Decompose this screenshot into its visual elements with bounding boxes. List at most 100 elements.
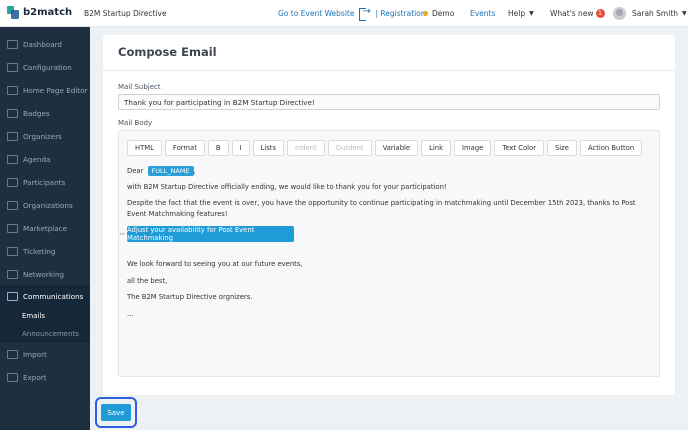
user-name: Sarah Smith: [632, 9, 679, 18]
sidebar-item-ticketing[interactable]: Ticketing: [0, 240, 90, 262]
external-link-icon[interactable]: [359, 6, 371, 21]
registration-link[interactable]: | Registration: [375, 9, 425, 18]
sidebar-item-organizations[interactable]: Organizations: [0, 194, 90, 216]
action-button-button[interactable]: Action Button: [579, 140, 643, 156]
dashboard-icon: [7, 39, 18, 49]
mail-subject-label: Mail Subject: [118, 83, 161, 91]
chat-icon: [7, 291, 18, 301]
sidebar-item-label: Import: [23, 349, 47, 359]
badge-icon: [7, 108, 18, 118]
save-button[interactable]: Save: [101, 404, 131, 421]
gear-icon: [7, 62, 18, 72]
mail-subject-input[interactable]: [118, 94, 660, 110]
ticket-icon: [7, 246, 18, 256]
sidebar-item-label: Configuration: [23, 62, 72, 72]
indent-button[interactable]: Indent: [287, 140, 325, 156]
greeting-end: ,: [193, 167, 196, 175]
editor-toolbar: HTML Format B I Lists Indent Outdent Var…: [127, 140, 645, 156]
image-button[interactable]: Image: [454, 140, 492, 156]
sidebar-item-communications[interactable]: Communications: [0, 285, 90, 307]
sidebar-item-label: Badges: [23, 108, 50, 118]
sidebar-item-import[interactable]: Import: [0, 343, 90, 365]
html-button[interactable]: HTML: [127, 140, 162, 156]
page-icon: [7, 85, 18, 95]
body-paragraph: Despite the fact that the event is over,…: [127, 199, 636, 218]
sidebar-subitem-announcements[interactable]: Announcements: [22, 330, 79, 338]
sidebar-item-label: Ticketing: [23, 246, 56, 256]
user-menu[interactable]: Sarah Smith ▼: [613, 6, 687, 21]
outdent-button[interactable]: Outdent: [327, 140, 372, 156]
sidebar-item-agenda[interactable]: Agenda: [0, 148, 90, 170]
variable-button[interactable]: Variable: [374, 140, 419, 156]
go-to-event-link[interactable]: Go to Event Website: [278, 9, 354, 18]
whats-new-label: What's new: [550, 9, 594, 18]
people-icon: [7, 131, 18, 141]
body-paragraph: The B2M Startup Directive orgnizers.: [127, 293, 253, 301]
events-link[interactable]: Events: [470, 6, 495, 21]
mail-body-editor[interactable]: [118, 130, 660, 377]
sidebar-item-organizers[interactable]: Organizers: [0, 125, 90, 147]
chevron-down-icon: ▼: [529, 10, 534, 17]
whats-new-button[interactable]: What's new 1: [550, 6, 605, 21]
help-menu[interactable]: Help ▼: [508, 6, 534, 21]
body-paragraph: all the best,: [127, 277, 168, 285]
mail-body-label: Mail Body: [118, 119, 153, 127]
event-links: Go to Event Website | Registration: [278, 6, 426, 21]
sidebar-item-dashboard[interactable]: Dashboard: [0, 33, 90, 55]
avatar: [613, 7, 626, 20]
text-color-button[interactable]: Text Color: [494, 140, 544, 156]
chevron-down-icon: ▼: [682, 10, 687, 17]
sidebar-item-label: Networking: [23, 269, 65, 279]
top-bar: b2match B2M Startup Directive Go to Even…: [0, 0, 688, 27]
building-icon: [7, 200, 18, 210]
calendar-icon: [7, 154, 18, 164]
demo-menu[interactable]: Demo: [423, 6, 454, 21]
greeting-line: Dear FULL_NAME,: [127, 166, 196, 176]
store-icon: [7, 223, 18, 233]
page-title: Compose Email: [118, 45, 217, 59]
sidebar-item-networking[interactable]: Networking: [0, 263, 90, 285]
status-dot-icon: [423, 11, 428, 16]
lists-button[interactable]: Lists: [252, 140, 284, 156]
sidebar-item-marketplace[interactable]: Marketplace: [0, 217, 90, 239]
sidebar-item-badges[interactable]: Badges: [0, 102, 90, 124]
body-paragraph: ...: [127, 310, 134, 318]
sidebar-item-label: Participants: [23, 177, 66, 187]
logo-text: b2match: [23, 7, 73, 18]
sidebar-subitem-emails[interactable]: Emails: [22, 312, 45, 320]
demo-label: Demo: [432, 9, 455, 18]
sidebar-item-label: Agenda: [23, 154, 51, 164]
italic-button[interactable]: I: [231, 140, 250, 156]
sidebar-item-export[interactable]: Export: [0, 366, 90, 388]
bold-button[interactable]: B: [207, 140, 229, 156]
export-icon: [7, 372, 18, 382]
sidebar-item-label: Dashboard: [23, 39, 62, 49]
full-name-variable[interactable]: FULL_NAME: [147, 166, 194, 176]
sidebar-item-label: Home Page Editor: [23, 85, 88, 95]
network-icon: [7, 269, 18, 279]
sidebar-item-label: Communications: [23, 291, 84, 301]
sidebar-item-label: Organizers: [23, 131, 62, 141]
person-icon: [7, 177, 18, 187]
size-button[interactable]: Size: [546, 140, 577, 156]
sidebar-item-home-page-editor[interactable]: Home Page Editor: [0, 79, 90, 101]
greeting-text: Dear: [127, 167, 144, 175]
sidebar-item-configuration[interactable]: Configuration: [0, 56, 90, 78]
body-paragraph: We look forward to seeing you at our fut…: [127, 260, 303, 268]
format-button[interactable]: Format: [164, 140, 205, 156]
body-paragraph: with B2M Startup Directive officially en…: [127, 183, 447, 191]
help-label: Help: [508, 9, 526, 18]
link-icon: ⇔: [119, 230, 125, 238]
import-icon: [7, 349, 18, 359]
events-label: Events: [470, 9, 496, 18]
notification-badge: 1: [595, 9, 605, 18]
sidebar-item-label: Organizations: [23, 200, 73, 210]
action-button[interactable]: Adjust your availability for Post Event …: [127, 226, 294, 242]
b2match-logo-icon: [7, 6, 19, 19]
link-button[interactable]: Link: [421, 140, 452, 156]
divider: [103, 70, 675, 71]
sidebar-item-participants[interactable]: Participants: [0, 171, 90, 193]
sidebar-item-label: Export: [23, 372, 47, 382]
sidebar-item-label: Marketplace: [23, 223, 68, 233]
logo[interactable]: b2match: [7, 6, 72, 19]
